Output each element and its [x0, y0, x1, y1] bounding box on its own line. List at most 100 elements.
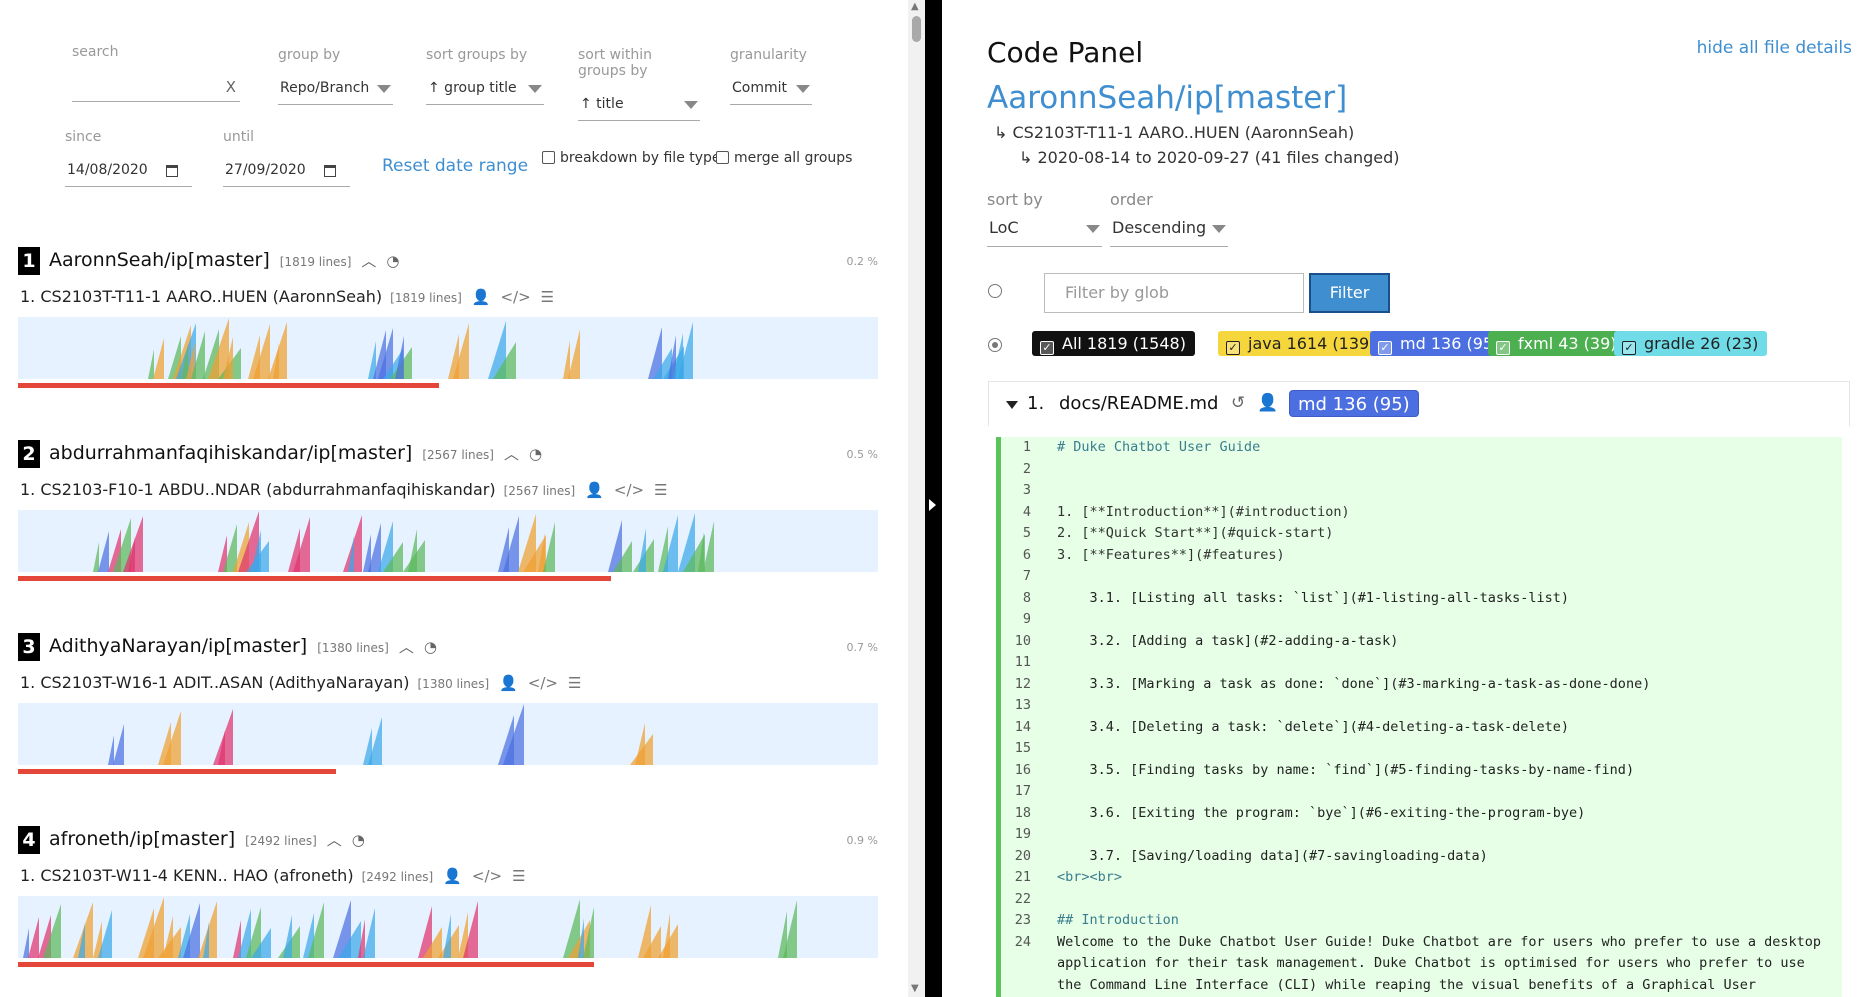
scroll-up-arrow-icon[interactable]: ▲: [911, 2, 919, 12]
code-icon[interactable]: </>: [528, 674, 558, 692]
commit-ramp-triangle[interactable]: [148, 349, 154, 379]
glob-filter-input[interactable]: Filter by glob: [1044, 273, 1304, 313]
user-icon[interactable]: 👤: [585, 481, 604, 499]
checkbox-checked-icon[interactable]: ✓: [1622, 341, 1636, 355]
user-icon[interactable]: 👤: [443, 867, 462, 885]
group-by-select[interactable]: Repo/Branch: [278, 73, 393, 105]
commit-ramp[interactable]: [18, 317, 878, 379]
github-icon[interactable]: ◔: [352, 831, 365, 849]
panel-divider[interactable]: [925, 0, 942, 997]
group-title[interactable]: AdithyaNarayan/ip[master] [1380 lines] ︿ ◔: [49, 635, 437, 657]
search-input[interactable]: X: [72, 70, 240, 102]
commit-ramp-triangle[interactable]: [563, 340, 570, 379]
commit-ramp-triangle[interactable]: [153, 338, 164, 379]
until-date-input[interactable]: 27/09/2020: [223, 155, 350, 187]
commit-ramp-triangle[interactable]: [163, 916, 173, 958]
code-icon[interactable]: </>: [614, 481, 644, 499]
group-title-text[interactable]: AdithyaNarayan/ip[master]: [49, 635, 307, 657]
commit-ramp-triangle[interactable]: [635, 723, 645, 765]
checkbox-checked-icon[interactable]: ✓: [1226, 341, 1240, 355]
sort-within-select[interactable]: ↑ title: [578, 89, 700, 121]
commit-ramp-triangle[interactable]: [163, 711, 181, 765]
merge-checkbox[interactable]: [716, 151, 729, 164]
commit-ramp-triangle[interactable]: [28, 917, 39, 958]
commit-ramp-triangle[interactable]: [638, 528, 646, 572]
commit-ramp-triangle[interactable]: [408, 529, 417, 572]
user-icon[interactable]: 👤: [472, 288, 491, 306]
group-title[interactable]: abdurrahmanfaqihiskandar/ip[master] [2567…: [49, 442, 542, 464]
author-name[interactable]: CS2103T-W11-4 KENN.. HAO (afroneth): [40, 866, 353, 885]
author-name[interactable]: CS2103T-W16-1 ADIT..ASAN (AdithyaNarayan…: [40, 673, 409, 692]
code-line: 5 2. [**Quick Start**](#quick-start): [1001, 523, 1842, 545]
blame-user-icon[interactable]: 👤: [1257, 393, 1278, 413]
file-type-tag[interactable]: ✓ fxml 43 (39): [1488, 331, 1626, 356]
file-name[interactable]: docs/README.md: [1059, 393, 1218, 414]
order-select[interactable]: Descending: [1110, 213, 1228, 247]
calendar-icon[interactable]: [324, 165, 336, 177]
checkbox-checked-icon[interactable]: ✓: [1040, 341, 1054, 355]
since-date-input[interactable]: 14/08/2020: [65, 155, 192, 187]
file-header[interactable]: 1. docs/README.md ↺ 👤 md 136 (95): [988, 381, 1850, 426]
commit-ramp-triangle[interactable]: [283, 915, 292, 958]
caret-down-icon[interactable]: [1006, 401, 1018, 409]
list-icon[interactable]: ☰: [512, 867, 525, 885]
group-title[interactable]: afroneth/ip[master] [2492 lines] ︿ ◔: [49, 828, 365, 850]
sort-by-select[interactable]: LoC: [987, 213, 1102, 247]
chevron-up-icon[interactable]: ︿: [361, 252, 376, 270]
granularity-select[interactable]: Commit: [730, 73, 812, 105]
file-type-tag[interactable]: ✓ java 1614 (1391): [1218, 331, 1395, 356]
commit-ramp[interactable]: [18, 896, 878, 958]
commit-ramp-triangle[interactable]: [395, 336, 404, 379]
list-icon[interactable]: ☰: [568, 674, 581, 692]
calendar-icon[interactable]: [166, 165, 178, 177]
sort-groups-select[interactable]: ↑ group title: [426, 73, 544, 105]
hide-all-file-details-link[interactable]: hide all file details: [1697, 38, 1852, 58]
group-title[interactable]: AaronnSeah/ip[master] [1819 lines] ︿ ◔: [49, 249, 399, 271]
collapse-arrow-icon[interactable]: [929, 499, 936, 511]
vertical-scrollbar[interactable]: ▲ ▼: [908, 0, 925, 997]
commit-ramp[interactable]: [18, 703, 878, 765]
chevron-up-icon[interactable]: ︿: [327, 831, 342, 849]
commit-ramp-triangle[interactable]: [43, 904, 61, 958]
github-icon[interactable]: ◔: [424, 638, 437, 656]
history-icon[interactable]: ↺: [1231, 393, 1245, 413]
file-type-radio[interactable]: [988, 338, 1002, 352]
commit-ramp-triangle[interactable]: [98, 531, 109, 572]
github-icon[interactable]: ◔: [386, 252, 399, 270]
author-name[interactable]: CS2103T-T11-1 AARO..HUEN (AaronnSeah): [40, 287, 382, 306]
group-title-text[interactable]: AaronnSeah/ip[master]: [49, 249, 270, 271]
order-label: order: [1110, 190, 1153, 209]
chevron-up-icon[interactable]: ︿: [399, 638, 414, 656]
glob-filter-radio[interactable]: [988, 284, 1002, 298]
group-title-text[interactable]: afroneth/ip[master]: [49, 828, 235, 850]
group-title-text[interactable]: abdurrahmanfaqihiskandar/ip[master]: [49, 442, 412, 464]
commit-ramp-triangle[interactable]: [113, 724, 124, 765]
code-icon[interactable]: </>: [472, 867, 502, 885]
code-icon[interactable]: </>: [500, 288, 530, 306]
filter-button[interactable]: Filter: [1309, 273, 1390, 313]
checkbox-checked-icon[interactable]: ✓: [1378, 341, 1392, 355]
scrollbar-thumb[interactable]: [912, 16, 921, 42]
commit-ramp-triangle[interactable]: [443, 914, 451, 958]
list-icon[interactable]: ☰: [654, 481, 667, 499]
list-icon[interactable]: ☰: [541, 288, 554, 306]
author-name[interactable]: CS2103-F10-1 ABDU..NDAR (abdurrahmanfaqi…: [40, 480, 495, 499]
search-clear-button[interactable]: X: [226, 72, 236, 102]
reset-date-range-link[interactable]: Reset date range: [382, 156, 528, 176]
chevron-up-icon[interactable]: ︿: [504, 445, 519, 463]
file-type-tag[interactable]: ✓ gradle 26 (23): [1614, 331, 1768, 356]
file-type-tag[interactable]: ✓ All 1819 (1548): [1032, 331, 1195, 356]
commit-ramp-triangle[interactable]: [23, 928, 29, 958]
line-text: 1. [**Introduction**](#introduction): [1057, 503, 1350, 520]
commit-ramp[interactable]: [18, 510, 878, 572]
repo-link[interactable]: AaronnSeah/ip[master]: [987, 80, 1347, 116]
scroll-down-arrow-icon[interactable]: ▼: [911, 984, 919, 994]
commit-ramp-triangle[interactable]: [108, 735, 114, 765]
github-icon[interactable]: ◔: [529, 445, 542, 463]
commit-ramp-triangle[interactable]: [93, 542, 99, 572]
user-icon[interactable]: 👤: [499, 674, 518, 692]
checkbox-checked-icon[interactable]: ✓: [1496, 341, 1510, 355]
breakdown-checkbox-row[interactable]: breakdown by file type: [542, 150, 721, 166]
merge-checkbox-row[interactable]: merge all groups: [716, 150, 852, 166]
breakdown-checkbox[interactable]: [542, 151, 555, 164]
